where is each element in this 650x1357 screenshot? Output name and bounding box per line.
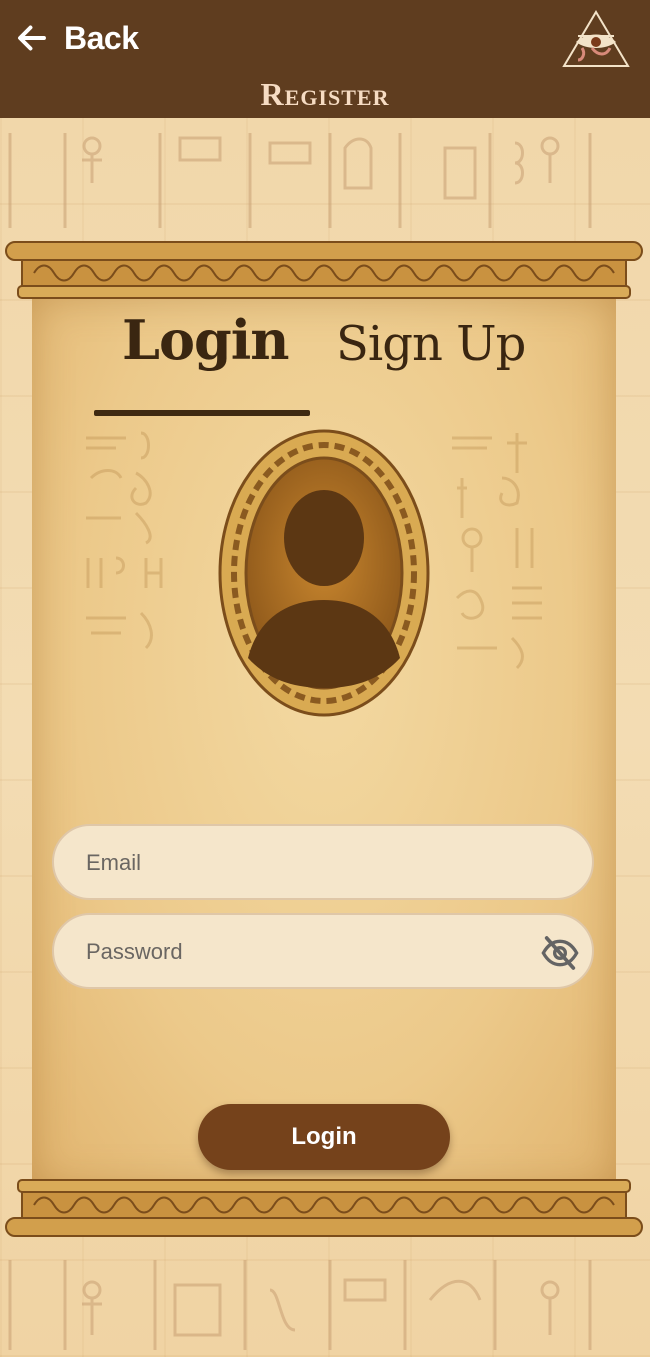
hieroglyph-strip-top — [8, 133, 592, 228]
scroll-rod-bottom — [5, 1179, 643, 1237]
eye-of-ra-logo — [562, 10, 630, 67]
eye-off-icon[interactable] — [540, 933, 580, 973]
page-title: Register — [260, 76, 390, 112]
scroll-rod-top — [5, 241, 643, 299]
email-input[interactable] — [84, 826, 528, 900]
back-button[interactable]: Back — [14, 16, 139, 60]
active-tab-indicator — [94, 410, 310, 416]
password-input[interactable] — [84, 915, 528, 989]
tab-login[interactable]: Login — [122, 308, 290, 372]
login-scroll-card: Login Sign Up Email Login — [4, 238, 644, 1242]
app-header: Back Register — [0, 0, 650, 118]
back-label: Back — [64, 19, 139, 56]
email-field[interactable] — [52, 824, 594, 900]
hieroglyph-strip-bottom — [8, 1260, 592, 1350]
arrow-left-icon — [18, 25, 46, 51]
hieroglyph-decoration-right — [452, 433, 542, 670]
user-silhouette-icon — [218, 429, 430, 717]
tab-signup[interactable]: Sign Up — [336, 316, 526, 372]
password-field[interactable] — [52, 913, 594, 989]
login-button[interactable]: Login — [198, 1104, 450, 1170]
hieroglyph-decoration-left — [86, 431, 163, 650]
